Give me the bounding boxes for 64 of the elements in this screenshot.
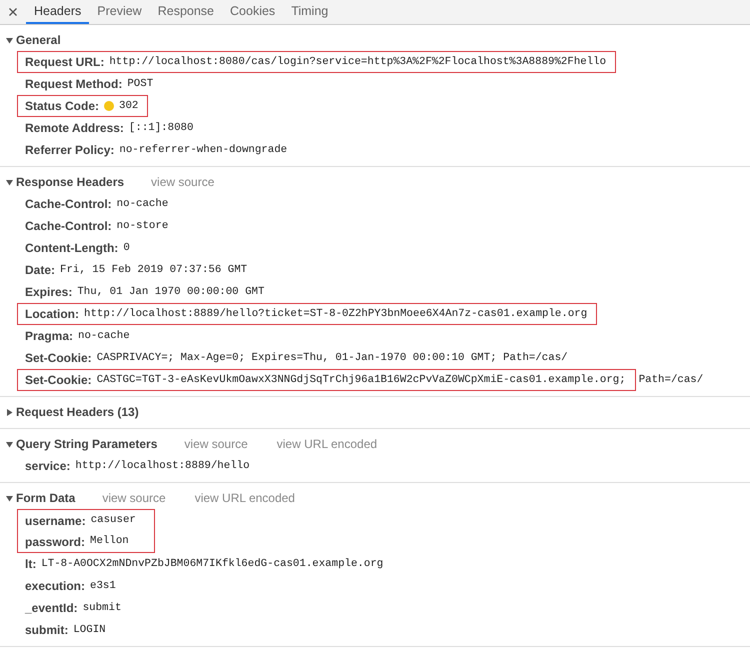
view-link[interactable]: view source bbox=[151, 173, 214, 191]
header-value: CASPRIVACY=; Max-Age=0; Expires=Thu, 01-Jan-1970 00:00:10 GMT; Path=/cas/ bbox=[96, 350, 568, 366]
header-name: Remote Address: bbox=[25, 120, 124, 137]
header-name: password: bbox=[25, 534, 86, 550]
view-link[interactable]: view source bbox=[102, 489, 166, 507]
header-value: no-store bbox=[116, 218, 168, 234]
tab[interactable]: Cookies bbox=[222, 0, 284, 24]
header-name: submit: bbox=[25, 622, 68, 639]
header-name: Date: bbox=[25, 262, 56, 279]
header-value: http://localhost:8889/hello bbox=[75, 458, 250, 474]
header-name: Expires: bbox=[25, 284, 72, 301]
header-name: Request URL: bbox=[25, 54, 104, 71]
header-name: _eventId: bbox=[25, 600, 78, 617]
header-value: no-cache bbox=[78, 328, 130, 344]
tab[interactable]: Timing bbox=[283, 0, 336, 24]
header-name: username: bbox=[25, 512, 86, 530]
tab[interactable]: Response bbox=[150, 0, 222, 24]
section-toggle[interactable]: Form Data bbox=[6, 489, 76, 507]
header-name: service: bbox=[25, 458, 70, 475]
header-name: execution: bbox=[25, 578, 86, 595]
header-value: 0 bbox=[123, 240, 130, 256]
header-value: Thu, 01 Jan 1970 00:00:00 GMT bbox=[77, 284, 264, 300]
header-value: casuser bbox=[90, 513, 136, 528]
triangle-down-icon bbox=[6, 36, 13, 44]
section-toggle[interactable]: Request Headers (13) bbox=[6, 403, 139, 421]
header-name: Content-Length: bbox=[25, 240, 118, 257]
tab[interactable]: Headers bbox=[26, 0, 90, 24]
header-value: e3s1 bbox=[90, 578, 116, 594]
header-name: Status Code: bbox=[25, 98, 100, 115]
view-link[interactable]: view URL encoded bbox=[194, 489, 295, 507]
header-value: Mellon bbox=[90, 534, 129, 550]
header-name: Set-Cookie: bbox=[25, 372, 92, 389]
triangle-down-icon bbox=[6, 494, 13, 502]
section-toggle[interactable]: Query String Parameters bbox=[6, 435, 158, 453]
section-toggle[interactable]: Response Headers bbox=[6, 173, 124, 191]
section-toggle[interactable]: General bbox=[6, 31, 61, 49]
view-link[interactable]: view source bbox=[184, 435, 248, 453]
header-name: Referrer Policy: bbox=[25, 142, 114, 159]
header-name: Pragma: bbox=[25, 328, 74, 345]
header-value: Path=/cas/ bbox=[638, 372, 704, 388]
header-value: http://localhost:8080/cas/login?service=http%3A%2F%2Flocalhost%3A8889%2Fhello bbox=[109, 54, 606, 70]
header-value: POST bbox=[127, 76, 154, 92]
header-value: [::1]:8080 bbox=[128, 120, 194, 136]
header-value: http://localhost:8889/hello?ticket=ST-8-0Z2hPY3bnMoee6X4An7z-cas01.example.org bbox=[84, 306, 588, 322]
header-value: no-referrer-when-downgrade bbox=[119, 142, 288, 158]
header-value: LOGIN bbox=[73, 622, 106, 638]
header-name: Request Method: bbox=[25, 76, 122, 93]
close-icon bbox=[9, 8, 17, 16]
triangle-down-icon bbox=[6, 440, 13, 448]
header-name: Set-Cookie: bbox=[25, 350, 92, 367]
header-name: Cache-Control: bbox=[25, 218, 112, 235]
header-value: CASTGC=TGT-3-eAsKevUkmOawxX3NNGdjSqTrChj96a1B16W2cPvVaZ0WCpXmiE-cas01.example.org; bbox=[96, 372, 626, 388]
header-value: no-cache bbox=[116, 196, 168, 212]
header-name: lt: bbox=[25, 556, 36, 573]
header-name: Location: bbox=[25, 306, 79, 323]
header-value: LT-8-A0OCX2mNDnvPZbJBM06M7IKfkl6edG-cas01.example.org bbox=[41, 556, 384, 572]
header-value: 302 bbox=[119, 98, 138, 114]
view-link[interactable]: view URL encoded bbox=[276, 435, 378, 453]
tab[interactable]: Preview bbox=[89, 0, 150, 24]
header-value: submit bbox=[82, 600, 122, 616]
triangle-down-icon bbox=[6, 178, 13, 186]
triangle-right-icon bbox=[6, 408, 13, 416]
header-value: Fri, 15 Feb 2019 07:37:56 GMT bbox=[60, 262, 248, 278]
header-name: Cache-Control: bbox=[25, 196, 112, 213]
